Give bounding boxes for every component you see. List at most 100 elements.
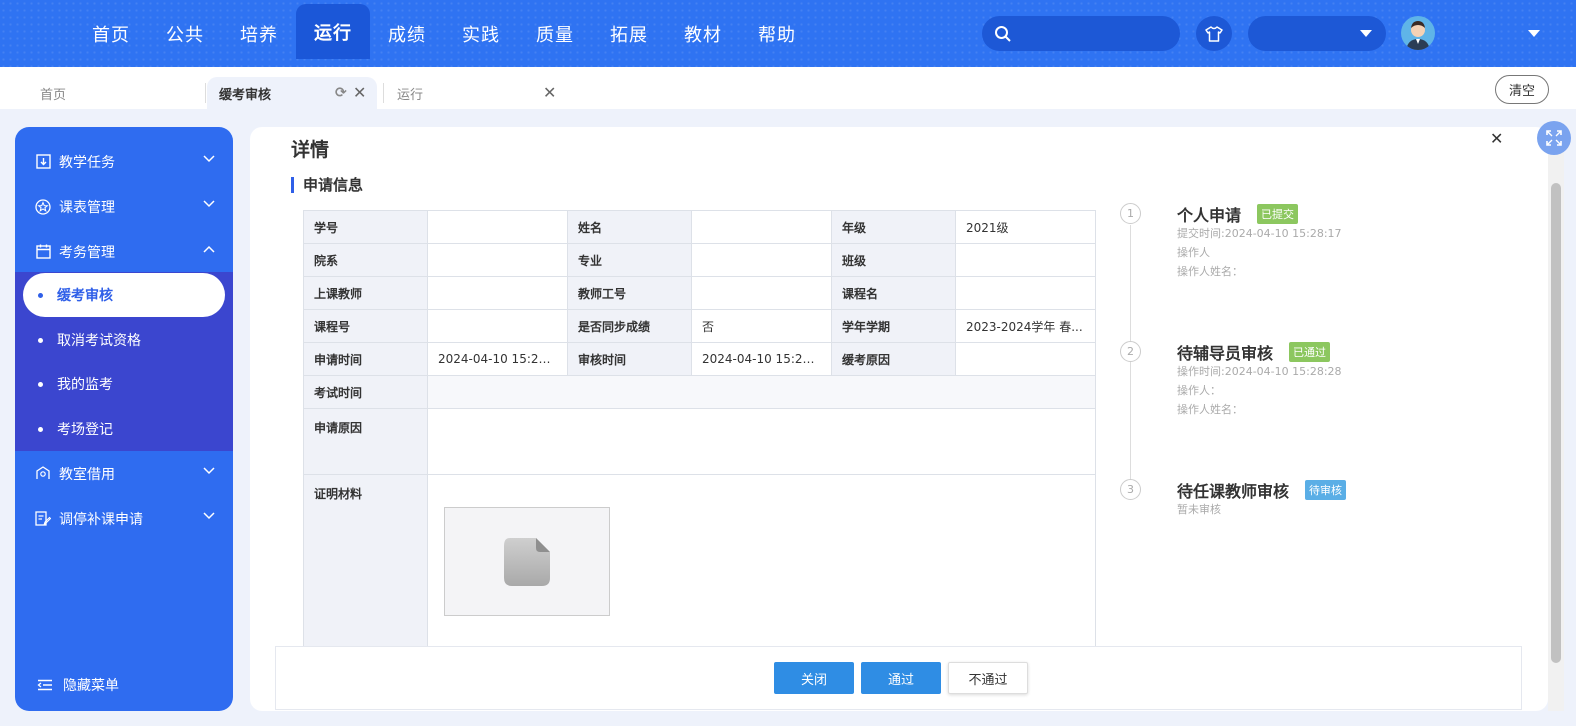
avatar[interactable] <box>1401 16 1435 50</box>
file-icon <box>504 537 550 586</box>
search-input[interactable] <box>982 16 1180 51</box>
chevron-down-icon <box>203 155 215 163</box>
page-title: 详情 <box>291 139 330 161</box>
attachment-thumbnail[interactable] <box>444 507 610 616</box>
field-value <box>691 276 832 310</box>
nav-help[interactable]: 帮助 <box>740 0 814 67</box>
collapse-menu-icon <box>37 679 52 691</box>
scrollbar[interactable] <box>1548 127 1564 711</box>
sidebar-item-cancel-exam-eligibility[interactable]: 取消考试资格 <box>23 318 225 362</box>
scrollbar-thumb[interactable] <box>1551 183 1561 663</box>
bullet-icon <box>38 292 43 298</box>
bullet-icon <box>38 381 43 387</box>
top-navbar: 首页 公共 培养 运行 成绩 实践 质量 拓展 教材 帮助 <box>0 0 1576 67</box>
section-title: 申请信息 <box>291 177 363 193</box>
step-number: 2 <box>1120 341 1141 362</box>
field-value: 2024-04-10 15:28:17 <box>427 342 568 376</box>
sidebar-item-deferred-exam-review[interactable]: 缓考审核 <box>23 273 225 317</box>
chevron-up-icon <box>203 245 215 253</box>
role-select[interactable] <box>1248 16 1386 51</box>
status-badge: 已提交 <box>1257 204 1298 224</box>
tab-divider <box>383 83 384 103</box>
reason-label: 申请原因 <box>303 408 428 475</box>
status-badge: 待审核 <box>1305 480 1346 500</box>
star-circle-icon <box>35 198 51 215</box>
action-footer: 关闭 通过 不通过 <box>275 646 1522 710</box>
field-value <box>955 243 1096 277</box>
clear-tabs-button[interactable]: 清空 <box>1495 75 1549 104</box>
step-meta: 操作人： <box>1177 384 1221 397</box>
reject-button[interactable]: 不通过 <box>948 662 1028 694</box>
nav-operation[interactable]: 运行 <box>296 4 370 59</box>
hide-menu-button[interactable]: 隐藏菜单 <box>37 675 119 695</box>
field-value <box>955 276 1096 310</box>
sidebar-item-schedule[interactable]: 课表管理 <box>15 184 233 229</box>
field-value <box>427 309 568 343</box>
field-label: 学号 <box>303 210 428 244</box>
skin-button[interactable] <box>1196 16 1232 51</box>
step-number: 1 <box>1120 203 1141 224</box>
table-row: 申请原因 <box>303 408 1096 475</box>
room-icon <box>35 466 51 482</box>
nav-textbook[interactable]: 教材 <box>666 0 740 67</box>
fullscreen-button[interactable] <box>1537 121 1571 155</box>
step-meta: 暂未审核 <box>1177 503 1221 516</box>
step-meta: 提交时间:2024-04-10 15:28:17 <box>1177 227 1342 240</box>
chevron-down-icon <box>203 200 215 208</box>
table-row: 学号 姓名 年级 2021级 <box>303 210 1096 244</box>
nav-grades[interactable]: 成绩 <box>370 0 444 67</box>
step-meta: 操作时间:2024-04-10 15:28:28 <box>1177 365 1342 378</box>
field-value: 否 <box>691 309 832 343</box>
sidebar-item-classroom-borrow[interactable]: 教室借用 <box>15 451 233 496</box>
close-button[interactable]: 关闭 <box>774 662 854 694</box>
field-label: 年级 <box>831 210 956 244</box>
attachment-cell <box>427 474 1096 655</box>
approve-button[interactable]: 通过 <box>861 662 941 694</box>
field-label: 教师工号 <box>567 276 692 310</box>
close-icon[interactable]: ✕ <box>1490 129 1503 148</box>
field-value <box>691 210 832 244</box>
sidebar-item-my-invigilation[interactable]: 我的监考 <box>23 362 225 406</box>
tab-deferred-exam-review[interactable]: 缓考审核 ⟳ ✕ <box>207 77 377 109</box>
close-icon[interactable]: ✕ <box>543 83 556 102</box>
field-label: 缓考原因 <box>831 342 956 376</box>
edit-doc-icon <box>35 510 51 527</box>
field-value <box>691 243 832 277</box>
nav-home[interactable]: 首页 <box>74 0 148 67</box>
step-title: 待任课教师审核 <box>1177 482 1290 501</box>
tab-home[interactable]: 首页 <box>40 77 66 109</box>
chevron-down-icon <box>203 467 215 475</box>
nav-training[interactable]: 培养 <box>222 0 296 67</box>
field-label: 课程号 <box>303 309 428 343</box>
tab-operation[interactable]: 运行 ✕ <box>397 77 557 109</box>
nav-practice[interactable]: 实践 <box>444 0 518 67</box>
field-label: 是否同步成绩 <box>567 309 692 343</box>
nav-public[interactable]: 公共 <box>148 0 222 67</box>
sidebar-item-teaching-tasks[interactable]: 教学任务 <box>15 139 233 184</box>
field-label: 上课教师 <box>303 276 428 310</box>
field-value <box>427 276 568 310</box>
table-row: 申请时间 2024-04-10 15:28:17 审核时间 2024-04-10 15… <box>303 342 1096 376</box>
sidebar-item-exam-affairs[interactable]: 考务管理 <box>15 229 233 274</box>
step-meta: 操作人姓名： <box>1177 265 1243 278</box>
user-menu-chevron-icon[interactable] <box>1528 30 1540 37</box>
field-value <box>427 243 568 277</box>
sidebar-item-exam-room-registration[interactable]: 考场登记 <box>23 407 225 451</box>
expand-icon <box>1546 130 1562 146</box>
field-label: 姓名 <box>567 210 692 244</box>
step-meta: 操作人 <box>1177 246 1210 259</box>
attachment-label: 证明材料 <box>303 474 428 655</box>
field-value: 2024-04-10 15:28:28 <box>691 342 832 376</box>
field-label: 审核时间 <box>567 342 692 376</box>
close-icon[interactable]: ✕ <box>353 83 366 102</box>
step-number: 3 <box>1120 479 1141 500</box>
sidebar-item-class-adjustment[interactable]: 调停补课申请 <box>15 496 233 541</box>
table-row: 考试时间 <box>303 375 1096 409</box>
field-value: 2023-2024学年 春... <box>955 309 1096 343</box>
field-value <box>955 342 1096 376</box>
download-icon <box>35 154 51 170</box>
status-badge: 已通过 <box>1289 342 1330 362</box>
refresh-icon[interactable]: ⟳ <box>335 85 347 101</box>
nav-quality[interactable]: 质量 <box>518 0 592 67</box>
nav-extension[interactable]: 拓展 <box>592 0 666 67</box>
